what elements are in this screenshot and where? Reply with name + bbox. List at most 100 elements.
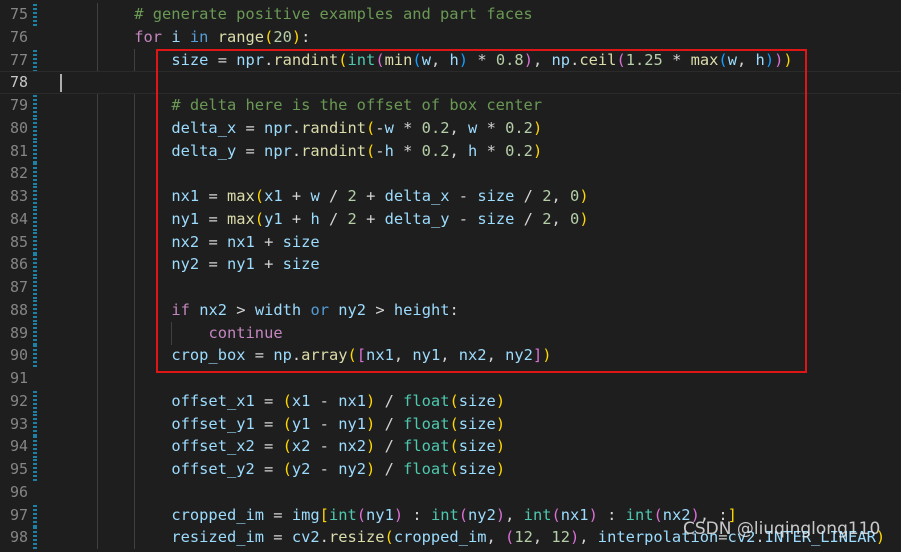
code-line[interactable]: 88 if nx2 > width or ny2 > height: xyxy=(0,298,901,322)
code-line[interactable]: 86 ny2 = ny1 + size xyxy=(0,253,901,277)
gutter-modified-marker[interactable] xyxy=(33,298,37,322)
line-number: 83 xyxy=(9,187,28,205)
code-token: , xyxy=(736,50,756,69)
code-token: ( xyxy=(384,528,394,547)
code-token: = xyxy=(199,255,227,274)
code-token: ( xyxy=(458,505,469,524)
code-token: , xyxy=(486,528,506,547)
code-token: if xyxy=(171,300,190,319)
code-token: - xyxy=(375,118,385,137)
code-token: ) xyxy=(458,50,469,69)
code-line[interactable]: 87 xyxy=(0,276,901,299)
indent-guide xyxy=(134,94,136,117)
code-token: . xyxy=(291,346,302,365)
line-number: 90 xyxy=(9,346,28,365)
code-token: ) xyxy=(495,460,506,478)
code-token: , xyxy=(579,528,598,547)
indent-guide xyxy=(134,298,136,322)
code-line[interactable]: 94 offset_x2 = (x2 - nx2) / float(size) xyxy=(0,435,901,459)
gutter-modified-marker[interactable] xyxy=(33,207,37,231)
code-text: ny2 = ny1 + size xyxy=(171,253,319,276)
gutter-modified-marker[interactable] xyxy=(33,435,37,459)
code-line[interactable]: 90 crop_box = np.array([nx1, ny1, nx2, ny… xyxy=(0,344,901,368)
code-token: + xyxy=(282,209,311,228)
gutter-modified-marker[interactable] xyxy=(33,276,37,299)
code-token: ny2 xyxy=(468,505,496,524)
code-token: ( xyxy=(412,50,422,69)
indent-guide xyxy=(97,94,99,117)
code-token: nx1 xyxy=(338,391,367,410)
code-token: ceil xyxy=(579,50,617,69)
code-line[interactable]: 82 xyxy=(0,162,901,186)
indent-guide xyxy=(97,367,99,390)
code-token: / xyxy=(319,209,348,228)
code-token: ) xyxy=(542,346,552,365)
text-cursor xyxy=(60,74,62,93)
code-token: 2 xyxy=(347,187,357,205)
gutter-modified-marker[interactable] xyxy=(33,412,37,436)
gutter-modified-marker[interactable] xyxy=(33,94,37,117)
code-line[interactable]: 78 xyxy=(0,71,901,95)
line-number: 77 xyxy=(9,50,28,69)
code-line[interactable]: 93 offset_y1 = (y1 - ny1) / float(size) xyxy=(0,412,901,436)
line-number: 79 xyxy=(9,96,28,114)
code-token: = xyxy=(254,437,283,456)
code-line[interactable]: 84 ny1 = max(y1 + h / 2 + delta_y - size … xyxy=(0,207,901,231)
line-number: 88 xyxy=(9,300,28,319)
code-token: int xyxy=(430,505,459,524)
code-line[interactable]: 80 delta_x = npr.randint(-w * 0.2, w * 0.… xyxy=(0,116,901,140)
code-token: ny1 xyxy=(338,414,367,433)
code-token: : xyxy=(403,505,431,524)
code-text: for i in range(20): xyxy=(134,26,310,49)
code-token: ( xyxy=(264,27,274,46)
gutter-modified-marker[interactable] xyxy=(33,3,37,26)
gutter-modified-marker[interactable] xyxy=(33,389,37,413)
code-line[interactable]: 77 size = npr.randint(int(min(w, h) * 0.8… xyxy=(0,48,901,72)
code-line[interactable]: 89 continue xyxy=(0,321,901,345)
gutter-modified-marker[interactable] xyxy=(33,139,37,163)
indent-guide xyxy=(97,412,99,436)
code-line[interactable]: 91 xyxy=(0,367,901,390)
gutter-modified-marker[interactable] xyxy=(33,321,37,345)
code-line[interactable]: 79 # delta here is the offset of box cent… xyxy=(0,94,901,117)
code-token: h xyxy=(449,50,459,69)
gutter-modified-marker[interactable] xyxy=(33,230,37,254)
code-token: - xyxy=(449,209,478,228)
gutter-modified-marker[interactable] xyxy=(33,48,37,72)
code-token: ) xyxy=(588,505,598,524)
code-line[interactable]: 76 for i in range(20): xyxy=(0,25,901,49)
code-token: + xyxy=(282,187,311,205)
code-line[interactable]: 95 offset_y2 = (y2 - ny2) / float(size) xyxy=(0,458,901,481)
code-token: y1 xyxy=(264,209,283,228)
code-line[interactable]: 81 delta_y = npr.randint(-h * 0.2, h * 0.… xyxy=(0,139,901,163)
code-line[interactable]: 96 xyxy=(0,480,901,504)
gutter-modified-marker[interactable] xyxy=(33,253,37,277)
gutter-modified-marker[interactable] xyxy=(33,344,37,368)
code-token: ( xyxy=(282,391,292,410)
gutter-modified-marker[interactable] xyxy=(33,116,37,140)
code-text: continue xyxy=(208,322,282,345)
indent-guide xyxy=(134,185,136,208)
gutter-modified-marker[interactable] xyxy=(33,526,37,550)
gutter-modified-marker[interactable] xyxy=(33,503,37,527)
indent-guide xyxy=(97,298,99,322)
code-token: ny1 xyxy=(366,505,394,524)
code-token: nx2 xyxy=(458,346,487,365)
code-text: nx1 = max(x1 + w / 2 + delta_x - size / … xyxy=(171,185,588,208)
code-line[interactable]: 75 # generate positive examples and part … xyxy=(0,3,901,26)
code-token: 0 xyxy=(570,187,580,205)
gutter-modified-marker[interactable] xyxy=(33,458,37,481)
gutter-modified-marker[interactable] xyxy=(33,162,37,186)
code-token: ) xyxy=(393,505,404,524)
code-token: ny1 xyxy=(412,346,441,365)
code-token: nx1 xyxy=(171,187,200,205)
code-line[interactable]: 92 offset_x1 = (x1 - nx1) / float(size) xyxy=(0,389,901,413)
indent-guide xyxy=(97,480,99,504)
code-text: ny1 = max(y1 + h / 2 + delta_y - size / … xyxy=(171,208,588,231)
code-line[interactable]: 83 nx1 = max(x1 + w / 2 + delta_x - size … xyxy=(0,185,901,208)
code-editor[interactable]: 75 # generate positive examples and part … xyxy=(0,0,901,552)
gutter-modified-marker[interactable] xyxy=(33,185,37,208)
code-line[interactable]: 85 nx2 = nx1 + size xyxy=(0,230,901,254)
code-token: = xyxy=(236,118,265,137)
